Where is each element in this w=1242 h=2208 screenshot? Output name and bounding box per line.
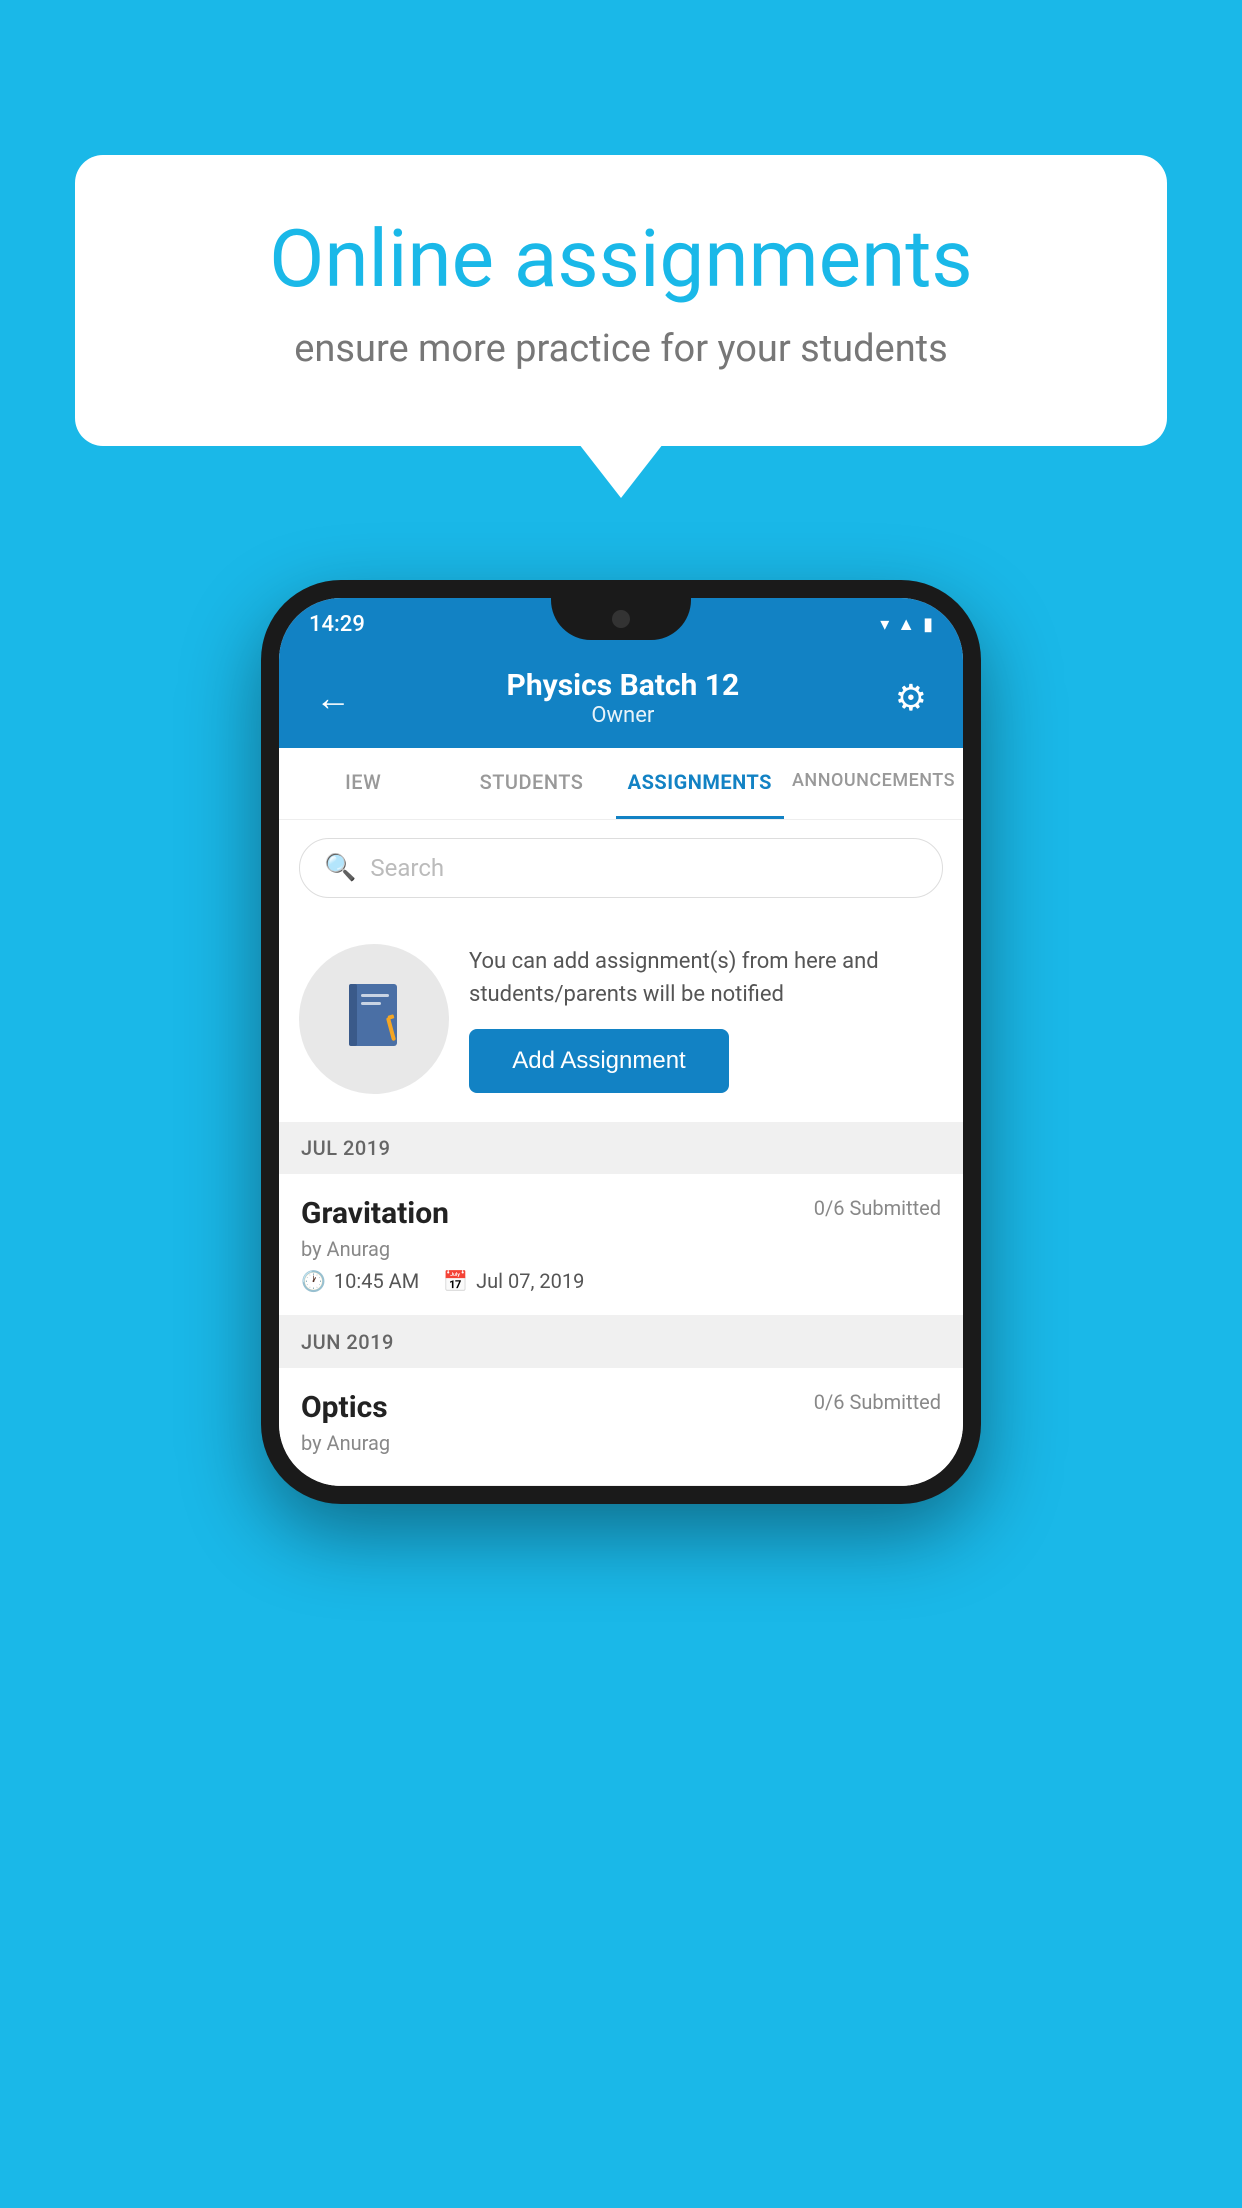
list-item[interactable]: Gravitation 0/6 Submitted by Anurag 🕐 10…	[279, 1174, 963, 1316]
top-bar-center: Physics Batch 12 Owner	[359, 668, 887, 728]
speech-bubble-subtitle: ensure more practice for your students	[155, 323, 1087, 376]
assignment-name: Gravitation	[301, 1196, 449, 1231]
notebook-icon	[339, 979, 409, 1059]
assignment-item-top-2: Optics 0/6 Submitted	[301, 1390, 941, 1425]
assignment-item-top: Gravitation 0/6 Submitted	[301, 1196, 941, 1231]
add-assignment-button[interactable]: Add Assignment	[469, 1029, 729, 1093]
clock-icon: 🕐	[301, 1269, 326, 1293]
tab-announcements[interactable]: ANNOUNCEMENTS	[784, 748, 963, 819]
assignment-by: by Anurag	[301, 1237, 941, 1261]
settings-icon[interactable]: ⚙	[887, 669, 935, 727]
tab-students[interactable]: STUDENTS	[447, 748, 615, 819]
assignment-meta: 🕐 10:45 AM 📅 Jul 07, 2019	[301, 1269, 941, 1293]
speech-bubble-title: Online assignments	[155, 215, 1087, 303]
battery-icon: ▮	[923, 614, 933, 635]
status-icons: ▾ ▲ ▮	[880, 614, 933, 635]
page-title: Physics Batch 12	[359, 668, 887, 703]
phone-wrapper: 14:29 ▾ ▲ ▮ ← Physics Batch 12 Owner ⚙	[261, 580, 981, 1504]
phone: 14:29 ▾ ▲ ▮ ← Physics Batch 12 Owner ⚙	[261, 580, 981, 1504]
tabs: IEW STUDENTS ASSIGNMENTS ANNOUNCEMENTS	[279, 748, 963, 820]
assignment-date-value: Jul 07, 2019	[476, 1269, 584, 1293]
calendar-icon: 📅	[443, 1269, 468, 1293]
phone-screen: 14:29 ▾ ▲ ▮ ← Physics Batch 12 Owner ⚙	[279, 598, 963, 1486]
assignment-time: 🕐 10:45 AM	[301, 1269, 419, 1293]
assignment-date: 📅 Jul 07, 2019	[443, 1269, 584, 1293]
assignment-submitted: 0/6 Submitted	[814, 1196, 941, 1220]
search-input[interactable]: Search	[370, 854, 444, 882]
top-bar: ← Physics Batch 12 Owner ⚙	[279, 650, 963, 748]
assignment-time-value: 10:45 AM	[334, 1269, 419, 1293]
status-bar: 14:29 ▾ ▲ ▮	[279, 598, 963, 650]
assignment-icon-circle	[299, 944, 449, 1094]
list-item[interactable]: Optics 0/6 Submitted by Anurag	[279, 1368, 963, 1486]
notch	[551, 598, 691, 640]
assignment-info-text: You can add assignment(s) from here and …	[469, 945, 943, 1011]
search-container: 🔍 Search	[279, 820, 963, 916]
assignment-name-2: Optics	[301, 1390, 388, 1425]
assignment-info-right: You can add assignment(s) from here and …	[469, 945, 943, 1093]
section-header-jul: JUL 2019	[279, 1122, 963, 1174]
back-button[interactable]: ←	[307, 669, 359, 727]
notch-camera	[612, 610, 630, 628]
wifi-icon: ▾	[880, 614, 889, 635]
assignment-info: You can add assignment(s) from here and …	[279, 916, 963, 1122]
tab-assignments[interactable]: ASSIGNMENTS	[616, 748, 784, 819]
tab-iew[interactable]: IEW	[279, 748, 447, 819]
assignment-by-2: by Anurag	[301, 1431, 941, 1455]
speech-bubble: Online assignments ensure more practice …	[75, 155, 1167, 446]
page-subtitle: Owner	[359, 703, 887, 728]
section-header-jun: JUN 2019	[279, 1316, 963, 1368]
search-bar[interactable]: 🔍 Search	[299, 838, 943, 898]
assignment-submitted-2: 0/6 Submitted	[814, 1390, 941, 1414]
search-icon: 🔍	[324, 853, 356, 883]
signal-icon: ▲	[897, 614, 915, 635]
status-time: 14:29	[309, 612, 365, 637]
